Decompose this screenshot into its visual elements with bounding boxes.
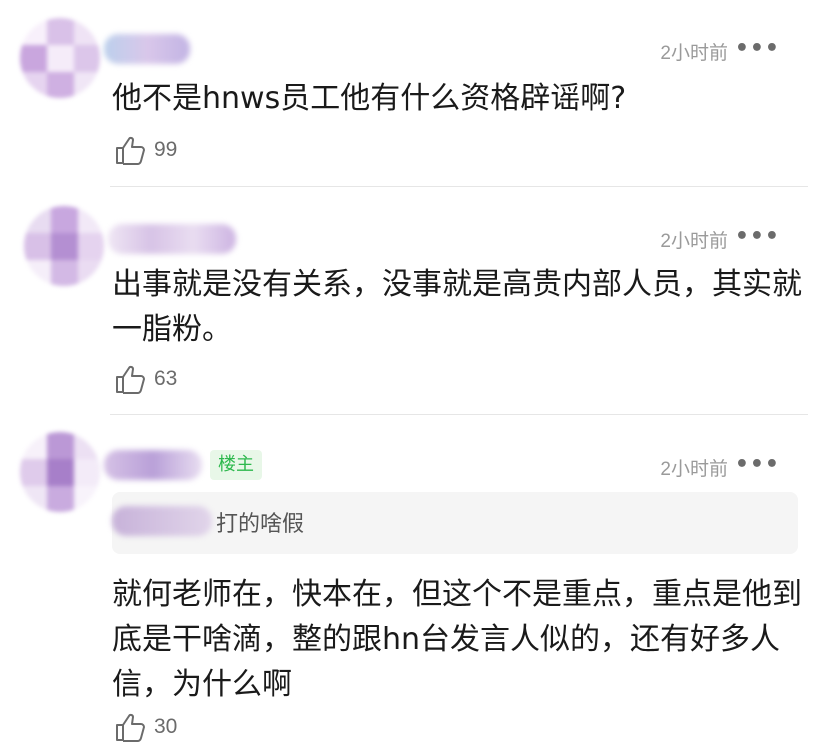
divider	[110, 186, 808, 187]
quoted-username-blurred	[112, 506, 212, 536]
like-count: 63	[154, 367, 178, 390]
username-blurred[interactable]	[104, 450, 202, 480]
comment-time: 2小时前	[660, 43, 728, 64]
avatar[interactable]	[20, 432, 100, 512]
like-button[interactable]: 63	[114, 364, 177, 394]
thumbs-up-icon	[116, 136, 145, 165]
username-blurred[interactable]	[104, 34, 190, 64]
avatar[interactable]	[24, 206, 104, 286]
username-blurred[interactable]	[108, 224, 236, 254]
more-options-icon[interactable]: •••	[735, 452, 780, 477]
avatar[interactable]	[20, 18, 100, 98]
comment-text: 他不是hnws员工他有什么资格辟谣啊?	[112, 81, 627, 116]
more-options-icon[interactable]: •••	[735, 36, 780, 61]
quoted-reply[interactable]: 打的啥假	[112, 492, 798, 554]
comment-text: 就何老师在，快本在，但这个不是重点，重点是他到底是干啥滴，整的跟hn台发言人似的…	[112, 577, 802, 702]
divider	[110, 414, 808, 415]
like-count: 30	[154, 715, 178, 738]
comment-time: 2小时前	[660, 459, 728, 480]
thumbs-up-icon	[116, 713, 145, 742]
more-options-icon[interactable]: •••	[735, 224, 780, 249]
thumbs-up-icon	[116, 365, 145, 394]
like-button[interactable]: 99	[114, 135, 177, 165]
like-button[interactable]: 30	[114, 712, 177, 742]
comment-time: 2小时前	[660, 231, 728, 252]
comment-text: 出事就是没有关系，没事就是高贵内部人员，其实就一脂粉。	[112, 267, 802, 347]
op-badge: 楼主	[210, 450, 262, 480]
like-count: 99	[154, 138, 178, 161]
quoted-text: 打的啥假	[216, 512, 305, 537]
